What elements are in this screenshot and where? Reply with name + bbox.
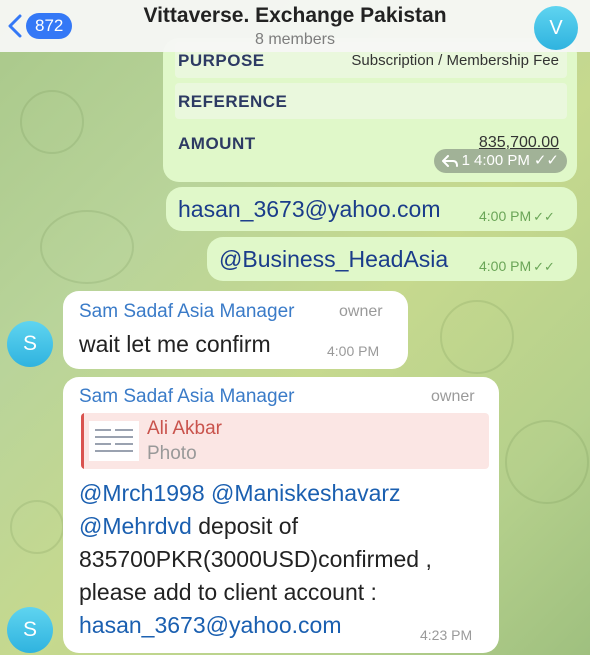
purpose-label: PURPOSE [178, 51, 265, 70]
message-line: 835700PKR(3000USD)confirmed , [79, 546, 432, 572]
message-time: 4:00 PM [327, 343, 380, 359]
sender-name[interactable]: Sam Sadaf Asia Manager [79, 386, 294, 408]
message-time: 4:00 PM ✓✓ [479, 258, 555, 274]
reply-preview[interactable]: Ali Akbar Photo [81, 413, 489, 469]
purpose-value: Subscription / Membership Fee [351, 52, 559, 69]
wallpaper-doodle [20, 90, 84, 154]
reply-accent-bar [81, 413, 84, 469]
message-line: please add to client account : [79, 579, 377, 605]
message-line: @Mehrdvd deposit of [79, 513, 298, 539]
wallpaper-doodle [40, 210, 134, 284]
outgoing-message[interactable]: @Business_HeadAsia 4:00 PM ✓✓ [207, 237, 577, 281]
chat-title[interactable]: Vittaverse. Exchange Pakistan [0, 4, 590, 28]
reference-label: REFERENCE [178, 92, 288, 111]
group-avatar[interactable]: V [534, 6, 578, 50]
mention-link[interactable]: @Maniskeshavarz [211, 480, 401, 506]
mention-link[interactable]: @Mehrdvd [79, 513, 192, 539]
message-text: hasan_3673@yahoo.com [178, 196, 441, 222]
members-count: 8 members [254, 31, 336, 48]
reference-row: REFERENCE [175, 83, 567, 119]
reply-author: Ali Akbar [147, 418, 222, 439]
wallpaper-doodle [505, 420, 589, 504]
message-line: @Mrch1998 @Maniskeshavarz [79, 477, 432, 510]
reply-type: Photo [147, 443, 197, 464]
read-check-icon: ✓✓ [533, 259, 555, 274]
mention-link[interactable]: @Mrch1998 [79, 480, 205, 506]
outgoing-message[interactable]: hasan_3673@yahoo.com 4:00 PM ✓✓ [166, 187, 577, 231]
message-time: 4:00 PM ✓✓ [479, 208, 555, 224]
reply-arrow-icon [441, 155, 458, 167]
message-body: @Mrch1998 @Maniskeshavarz @Mehrdvd depos… [79, 477, 432, 642]
read-check-icon: ✓✓ [533, 152, 559, 169]
sender-avatar[interactable]: S [7, 607, 53, 653]
photo-thumbnail [89, 421, 139, 461]
chat-header: 872 Vittaverse. Exchange Pakistan 8 memb… [0, 0, 590, 52]
wallpaper-doodle [440, 300, 514, 374]
message-meta-pill[interactable]: 1 4:00 PM ✓✓ [433, 149, 567, 173]
wallpaper-doodle [10, 500, 64, 554]
message-text: wait let me confirm [79, 331, 271, 357]
read-check-icon: ✓✓ [533, 209, 555, 224]
sender-avatar[interactable]: S [7, 321, 53, 367]
email-link[interactable]: hasan_3673@yahoo.com [79, 609, 432, 642]
owner-badge: owner [431, 388, 475, 405]
message-time: 4:23 PM [420, 627, 473, 643]
amount-label: AMOUNT [178, 134, 256, 153]
sender-name[interactable]: Sam Sadaf Asia Manager [79, 301, 294, 323]
message-time: 4:00 PM [473, 152, 530, 169]
incoming-message[interactable]: Sam Sadaf Asia Manager owner wait let me… [63, 291, 408, 369]
incoming-message[interactable]: Sam Sadaf Asia Manager owner Ali Akbar P… [63, 377, 499, 653]
reply-count: 1 [461, 152, 470, 169]
payment-details-bubble[interactable]: PURPOSE Subscription / Membership Fee RE… [163, 38, 577, 182]
owner-badge: owner [339, 303, 383, 320]
message-text: @Business_HeadAsia [219, 246, 449, 272]
